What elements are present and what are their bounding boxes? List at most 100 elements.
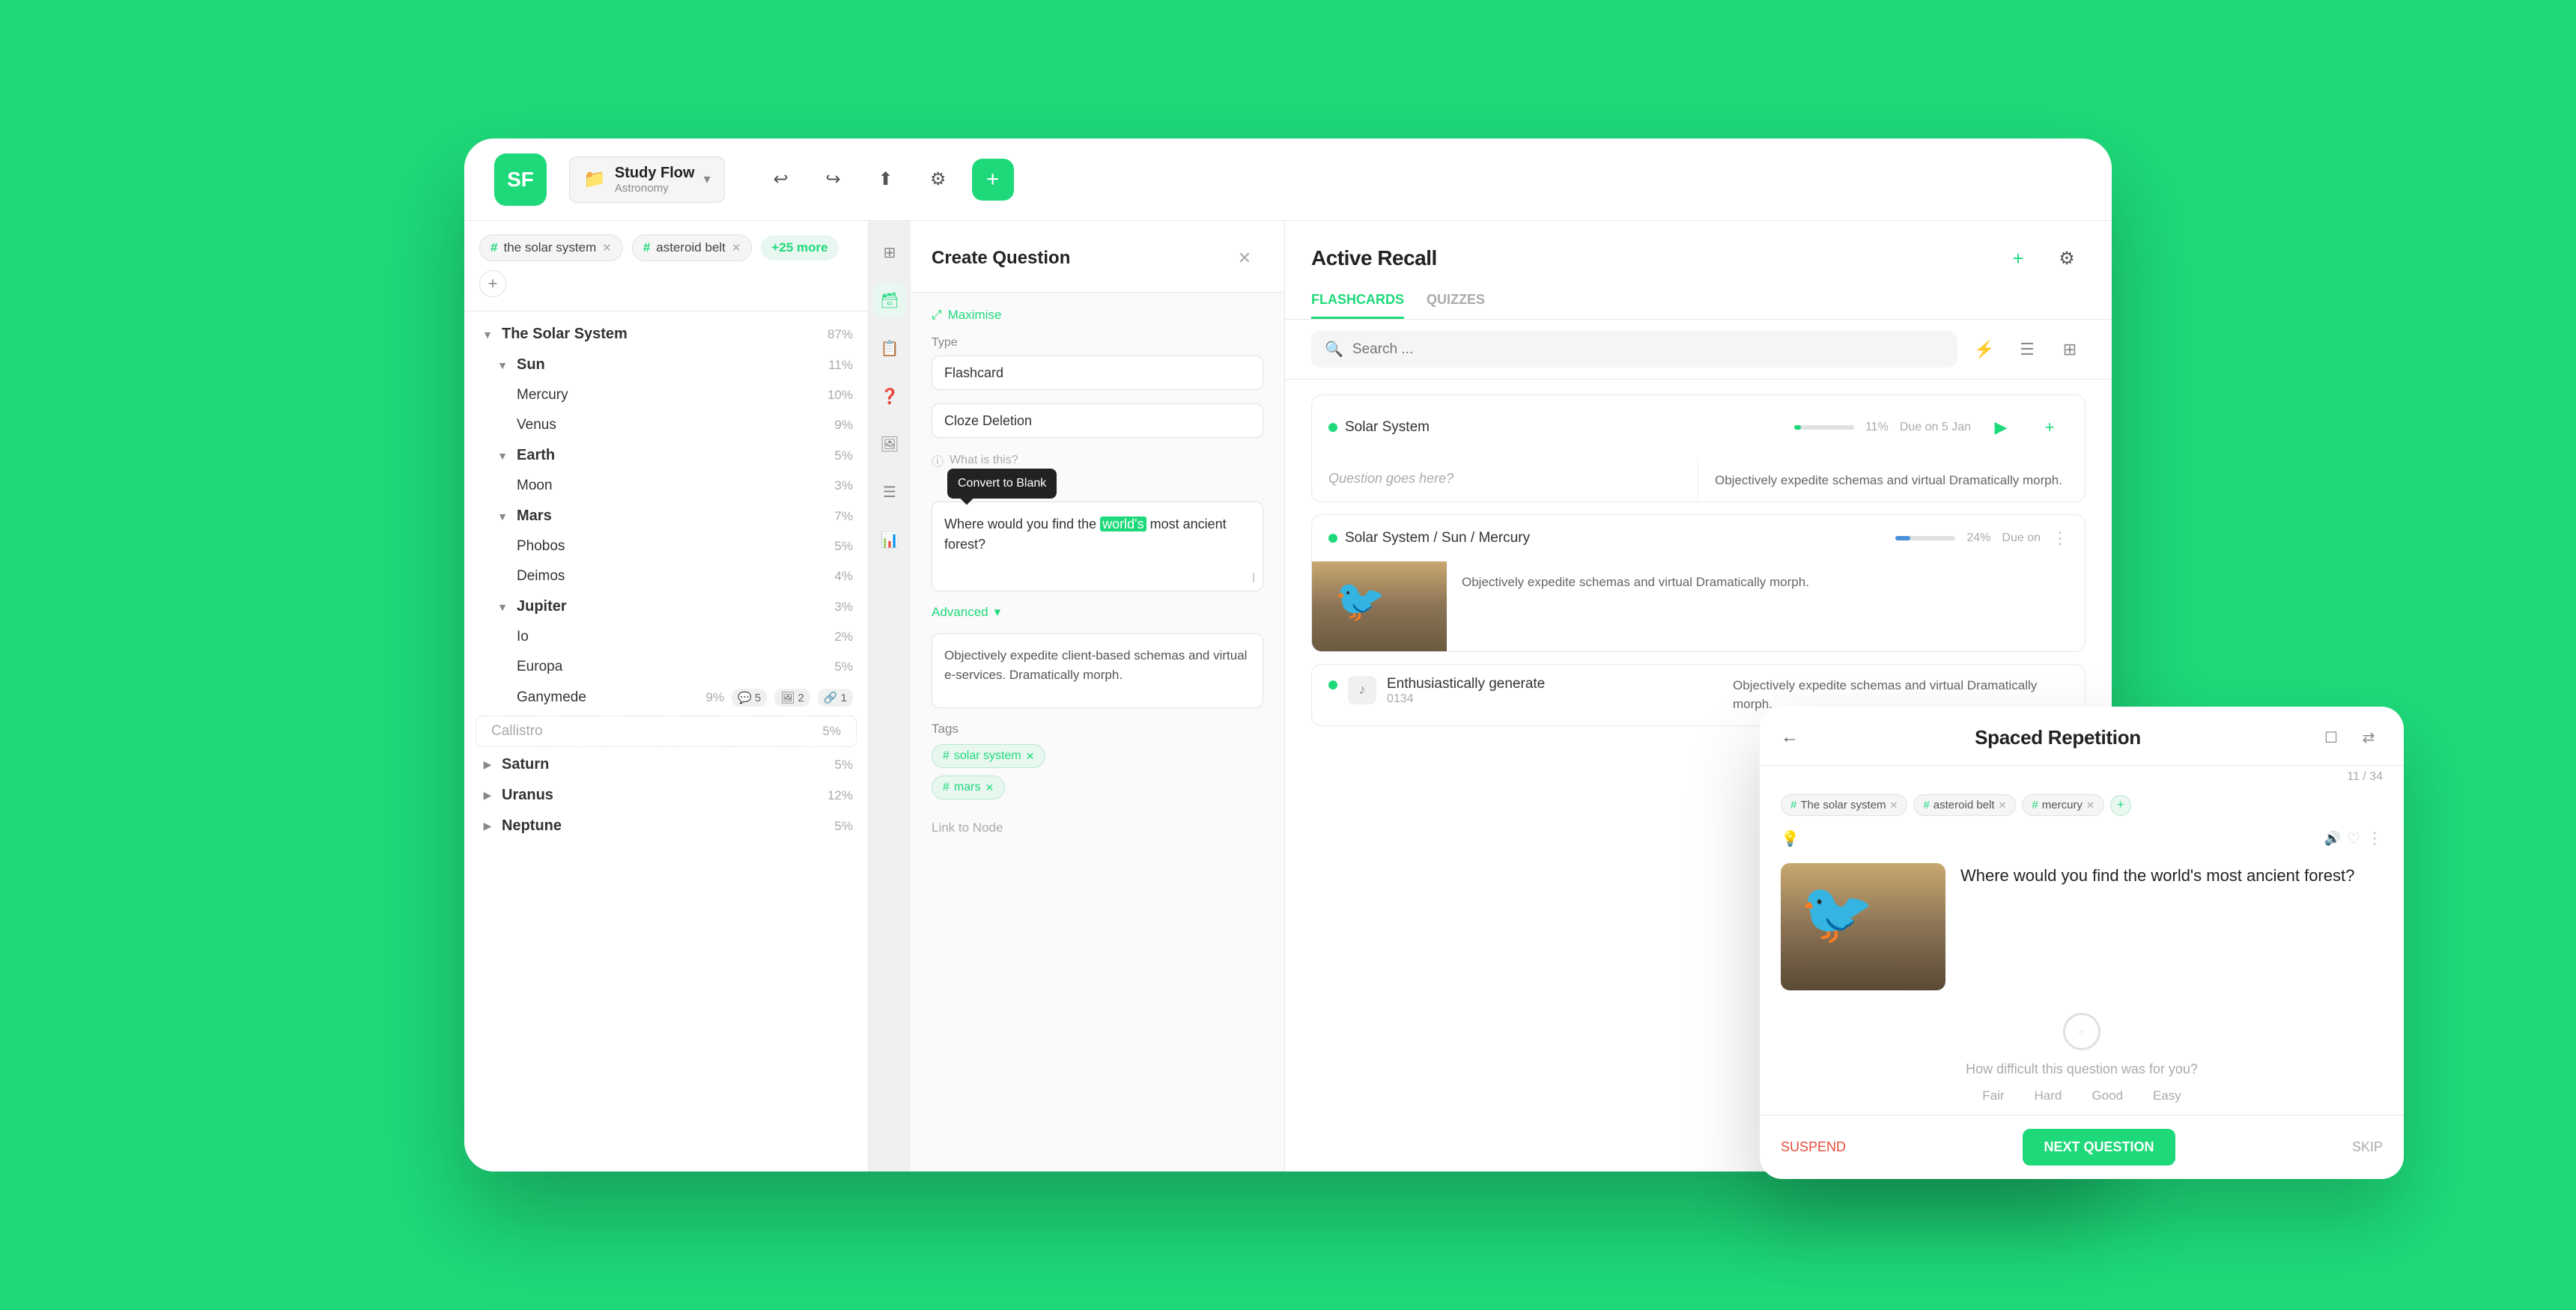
redo-button[interactable]: ↪ bbox=[815, 161, 852, 198]
lightbulb-icon: 💡 bbox=[1781, 829, 1799, 848]
link-node[interactable]: Link to Node bbox=[932, 813, 1263, 843]
skip-button[interactable]: SKIP bbox=[2352, 1139, 2383, 1155]
sr-tag[interactable]: # The solar system ✕ bbox=[1781, 794, 1907, 816]
comment-badge[interactable]: 💬 5 bbox=[732, 689, 767, 707]
close-create-panel-button[interactable]: ✕ bbox=[1226, 240, 1263, 277]
share-button[interactable]: ⬆ bbox=[867, 161, 905, 198]
tag-close-icon[interactable]: ✕ bbox=[602, 241, 612, 255]
list-item[interactable]: ▼ Jupiter 3% bbox=[464, 591, 868, 622]
flashcard-icon[interactable]: 🗃 bbox=[873, 284, 906, 317]
chart-icon[interactable]: 📊 bbox=[873, 523, 906, 556]
grid-view-button[interactable]: ⊞ bbox=[2054, 334, 2086, 365]
question-icon[interactable]: ❓ bbox=[873, 380, 906, 412]
add-tag-button[interactable]: + bbox=[2110, 795, 2131, 816]
difficulty-hard[interactable]: Hard bbox=[2035, 1088, 2062, 1103]
list-item[interactable]: Deimos 4% bbox=[464, 561, 868, 591]
search-area[interactable]: 🔍 bbox=[1311, 331, 1957, 368]
cloze-select[interactable]: Cloze Deletion bbox=[932, 403, 1263, 438]
add-recall-button[interactable]: + bbox=[1999, 240, 2037, 277]
toggle-icon[interactable]: ▼ bbox=[494, 448, 511, 464]
list-item[interactable]: Callistro 5% bbox=[476, 716, 857, 747]
more-options-icon[interactable]: ⋮ bbox=[2052, 528, 2068, 548]
list-item[interactable]: Europa 5% bbox=[464, 652, 868, 682]
more-options-icon[interactable]: ⋮ bbox=[2366, 829, 2383, 848]
note-icon[interactable]: 📋 bbox=[873, 332, 906, 365]
tag-solar-system[interactable]: # solar system ✕ bbox=[932, 744, 1045, 768]
tag-remove-icon[interactable]: ✕ bbox=[985, 782, 994, 794]
list-item[interactable]: Phobos 5% bbox=[464, 531, 868, 561]
sr-flip-button[interactable]: ⇄ bbox=[2354, 723, 2383, 752]
add-card-button[interactable]: + bbox=[2031, 409, 2068, 446]
toggle-icon[interactable]: ▼ bbox=[494, 599, 511, 615]
sr-footer: SUSPEND NEXT QUESTION SKIP bbox=[1760, 1115, 2404, 1179]
add-button[interactable]: + bbox=[972, 159, 1014, 201]
list-item[interactable]: Mercury 10% bbox=[464, 380, 868, 410]
question-editor[interactable]: Convert to Blank Where would you find th… bbox=[932, 502, 1263, 591]
tag-close-icon[interactable]: ✕ bbox=[732, 241, 741, 255]
list-item[interactable]: ▼ Mars 7% bbox=[464, 501, 868, 531]
list-item[interactable]: Io 2% bbox=[464, 622, 868, 652]
audio-icon[interactable]: 🔊 bbox=[2324, 831, 2341, 847]
image-badge[interactable]: 🖼 2 bbox=[774, 689, 810, 707]
tab-flashcards[interactable]: FLASHCARDS bbox=[1311, 292, 1404, 319]
list-item[interactable]: Venus 9% bbox=[464, 410, 868, 440]
list-item[interactable]: Ganymede 9% 💬 5 🖼 2 🔗 1 bbox=[464, 682, 868, 713]
tag-close-icon[interactable]: ✕ bbox=[1999, 799, 2007, 811]
type-select[interactable]: Flashcard bbox=[932, 356, 1263, 390]
breadcrumb[interactable]: 📁 Study Flow Astronomy ▾ bbox=[569, 156, 725, 203]
sr-bookmark-button[interactable]: ☐ bbox=[2317, 723, 2345, 752]
more-tags-button[interactable]: +25 more bbox=[761, 235, 838, 261]
like-icon[interactable]: ♡ bbox=[2347, 829, 2360, 848]
list-item[interactable]: ▶ Uranus 12% bbox=[464, 780, 868, 811]
tag-close-icon[interactable]: ✕ bbox=[2086, 799, 2094, 811]
tab-quizzes[interactable]: QUIZZES bbox=[1427, 292, 1485, 319]
list-item[interactable]: ▼ Sun 11% bbox=[464, 350, 868, 380]
list-icon[interactable]: ☰ bbox=[873, 475, 906, 508]
app-logo: SF bbox=[494, 153, 547, 206]
tag-close-icon[interactable]: ✕ bbox=[1890, 799, 1898, 811]
recall-settings-button[interactable]: ⚙ bbox=[2048, 240, 2086, 277]
list-item[interactable]: ▶ Neptune 5% bbox=[464, 811, 868, 841]
toggle-icon[interactable]: ▼ bbox=[479, 326, 496, 343]
play-button[interactable]: ▶ bbox=[1982, 409, 2020, 446]
next-question-button[interactable]: NEXT QUESTION bbox=[2023, 1129, 2175, 1166]
suspend-button[interactable]: SUSPEND bbox=[1781, 1139, 1846, 1155]
sr-reveal-button[interactable]: ○ bbox=[2063, 1013, 2100, 1050]
image-panel-icon[interactable]: 🖼 bbox=[873, 427, 906, 460]
sr-tag[interactable]: # mercury ✕ bbox=[2022, 794, 2103, 816]
difficulty-fair[interactable]: Fair bbox=[1982, 1088, 2004, 1103]
tag-chip-asteroid-belt[interactable]: # asteroid belt ✕ bbox=[632, 234, 753, 261]
toggle-icon[interactable]: ▶ bbox=[479, 818, 496, 835]
toggle-icon[interactable]: ▼ bbox=[494, 357, 511, 374]
difficulty-easy[interactable]: Easy bbox=[2153, 1088, 2181, 1103]
tag-remove-icon[interactable]: ✕ bbox=[1026, 750, 1035, 763]
toggle-icon[interactable]: ▶ bbox=[479, 757, 496, 773]
advanced-button[interactable]: Advanced ▾ bbox=[932, 605, 1263, 620]
toggle-icon[interactable]: ▶ bbox=[479, 787, 496, 804]
list-view-button[interactable]: ☰ bbox=[2011, 334, 2043, 365]
filter-button[interactable]: ⚡ bbox=[1969, 334, 2000, 365]
hint-area[interactable]: Objectively expedite client-based schema… bbox=[932, 633, 1263, 708]
list-item[interactable]: ▶ Saturn 5% bbox=[464, 749, 868, 780]
search-input[interactable] bbox=[1352, 341, 1944, 358]
help-row[interactable]: ⓘ What is this? bbox=[932, 451, 1263, 469]
undo-button[interactable]: ↩ bbox=[762, 161, 800, 198]
tag-mars[interactable]: # mars ✕ bbox=[932, 776, 1005, 799]
convert-tooltip[interactable]: Convert to Blank bbox=[947, 469, 1057, 499]
sr-answer-area: ○ How difficult this question was for yo… bbox=[1760, 1002, 2404, 1115]
list-item[interactable]: ▼ Earth 5% bbox=[464, 440, 868, 471]
add-tag-button[interactable]: + bbox=[479, 270, 506, 297]
sr-back-button[interactable]: ← bbox=[1781, 727, 1799, 748]
list-item[interactable]: ▼ The Solar System 87% bbox=[464, 319, 868, 350]
layout-icon[interactable]: ⊞ bbox=[873, 236, 906, 269]
sr-bird-image bbox=[1781, 863, 1945, 990]
tag-chip-solar-system[interactable]: # the solar system ✕ bbox=[479, 234, 623, 261]
maximize-button[interactable]: ⤢ Maximise bbox=[932, 308, 1263, 323]
list-item[interactable]: Moon 3% bbox=[464, 471, 868, 501]
sr-tag[interactable]: # asteroid belt ✕ bbox=[1913, 794, 2016, 816]
link-badge[interactable]: 🔗 1 bbox=[818, 689, 853, 707]
difficulty-good[interactable]: Good bbox=[2092, 1088, 2123, 1103]
toggle-icon[interactable]: ▼ bbox=[494, 508, 511, 525]
settings-button[interactable]: ⚙ bbox=[920, 161, 957, 198]
progress-bar bbox=[1794, 425, 1854, 430]
